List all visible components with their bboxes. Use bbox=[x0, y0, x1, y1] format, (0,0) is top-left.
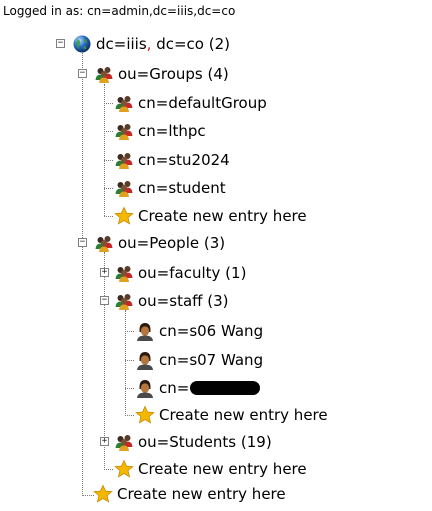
tree-node-staff[interactable]: ou=staff (3) bbox=[114, 290, 229, 312]
groups-label: ou=Groups (4) bbox=[118, 65, 229, 83]
group-icon bbox=[94, 64, 114, 84]
tree-connector bbox=[104, 103, 113, 104]
root-dn-part: dc=iiis bbox=[96, 35, 147, 53]
tree-connector bbox=[82, 53, 83, 496]
tree-node-faculty[interactable]: ou=faculty (1) bbox=[114, 262, 246, 284]
create-entry-link-people[interactable]: Create new entry here bbox=[114, 458, 307, 480]
tree-connector bbox=[125, 388, 134, 389]
collapse-toggle-root[interactable]: − bbox=[56, 38, 65, 48]
tree-connector bbox=[125, 310, 126, 416]
user-icon bbox=[135, 321, 155, 341]
create-entry-label: Create new entry here bbox=[138, 460, 307, 478]
expand-toggle-students[interactable]: + bbox=[100, 436, 109, 446]
tree-node-group-entry[interactable]: cn=student bbox=[114, 177, 226, 199]
tree-node-user[interactable]: cn=s07 Wang bbox=[135, 349, 263, 371]
group-icon bbox=[94, 233, 114, 253]
tree-node-group-entry[interactable]: cn=stu2024 bbox=[114, 149, 230, 171]
tree-connector bbox=[104, 160, 113, 161]
star-icon bbox=[114, 459, 134, 479]
group-icon bbox=[114, 121, 134, 141]
group-icon bbox=[114, 178, 134, 198]
user-label: cn=s07 Wang bbox=[159, 351, 264, 369]
tree-node-people[interactable]: ou=People (3) bbox=[94, 232, 225, 254]
redaction-bar bbox=[190, 381, 261, 395]
star-icon bbox=[135, 405, 155, 425]
collapse-toggle-staff[interactable]: − bbox=[100, 295, 109, 305]
tree-node-user[interactable]: cn=s06 Wang bbox=[135, 320, 263, 342]
globe-icon bbox=[72, 34, 92, 54]
group-entry-label: cn=student bbox=[138, 179, 226, 197]
user-label: cn=s06 Wang bbox=[159, 322, 264, 340]
user-icon bbox=[135, 350, 155, 370]
people-label: ou=People (3) bbox=[118, 234, 226, 252]
group-icon bbox=[114, 291, 134, 311]
create-entry-link-groups[interactable]: Create new entry here bbox=[114, 205, 307, 227]
group-entry-label: cn=defaultGroup bbox=[138, 94, 267, 112]
tree-connector bbox=[104, 216, 113, 217]
tree-node-group-entry[interactable]: cn=defaultGroup bbox=[114, 92, 267, 114]
tree-node-students[interactable]: ou=Students (19) bbox=[114, 431, 272, 453]
group-entry-label: cn=stu2024 bbox=[138, 151, 230, 169]
group-icon bbox=[114, 150, 134, 170]
tree-node-root[interactable]: dc=iiis, dc=co (2) bbox=[72, 33, 230, 55]
root-child-count: (2) bbox=[203, 35, 230, 53]
tree-node-group-entry[interactable]: cn=lthpc bbox=[114, 120, 206, 142]
tree-connector bbox=[125, 331, 134, 332]
star-icon bbox=[114, 206, 134, 226]
group-icon bbox=[114, 432, 134, 452]
tree-node-user[interactable]: cn= bbox=[135, 377, 261, 399]
tree-connector bbox=[125, 415, 134, 416]
group-icon bbox=[114, 93, 134, 113]
tree-connector bbox=[104, 188, 113, 189]
group-entry-label: cn=lthpc bbox=[138, 122, 206, 140]
user-icon bbox=[135, 378, 155, 398]
star-icon bbox=[93, 484, 113, 504]
tree-connector bbox=[104, 131, 113, 132]
create-entry-label: Create new entry here bbox=[138, 207, 307, 225]
students-label: ou=Students (19) bbox=[138, 433, 272, 451]
create-entry-link-root[interactable]: Create new entry here bbox=[93, 483, 286, 505]
root-dn-part: dc=co bbox=[151, 35, 204, 53]
tree-connector bbox=[104, 469, 113, 470]
expand-toggle-faculty[interactable]: + bbox=[100, 267, 109, 277]
tree-connector bbox=[125, 360, 134, 361]
ldap-tree: − − − + − + dc=iiis, dc=co (2) ou=Groups… bbox=[0, 0, 432, 511]
collapse-toggle-people[interactable]: − bbox=[78, 237, 87, 247]
collapse-toggle-groups[interactable]: − bbox=[78, 68, 87, 78]
tree-node-groups[interactable]: ou=Groups (4) bbox=[94, 63, 229, 85]
faculty-label: ou=faculty (1) bbox=[138, 264, 247, 282]
create-entry-label: Create new entry here bbox=[117, 485, 286, 503]
create-entry-link-staff[interactable]: Create new entry here bbox=[135, 404, 328, 426]
staff-label: ou=staff (3) bbox=[138, 292, 229, 310]
group-icon bbox=[114, 263, 134, 283]
create-entry-label: Create new entry here bbox=[159, 406, 328, 424]
user-label: cn= bbox=[159, 379, 190, 397]
